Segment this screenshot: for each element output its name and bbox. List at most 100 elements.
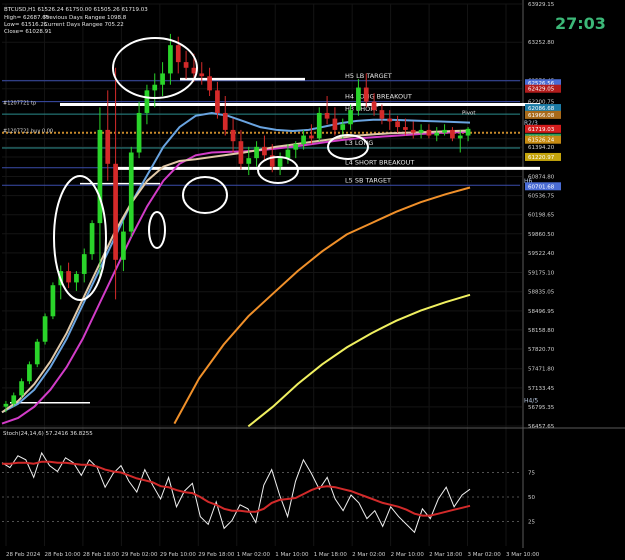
candle-body xyxy=(74,273,79,283)
candle-body xyxy=(442,129,447,133)
candle-body xyxy=(293,144,299,150)
price-tick-label: 59522.40 xyxy=(528,251,555,257)
price-tick-label: 61394.20 xyxy=(528,145,555,151)
candle-body xyxy=(379,110,385,119)
candle-body xyxy=(222,112,228,130)
candle-body xyxy=(50,285,56,317)
level-label: L4 SHORT BREAKOUT xyxy=(345,159,414,167)
candle-body xyxy=(207,76,212,91)
symbol-line: BTCUSD,H1 61526.24 61750.00 61505.26 617… xyxy=(4,7,148,13)
candle-body xyxy=(34,341,40,365)
order-label-buy: #1207721 buy 0.00 xyxy=(3,129,53,135)
oscillator-tick-label: 25 xyxy=(528,520,535,526)
candle-body xyxy=(254,146,259,159)
price-tick-label: 56795.35 xyxy=(528,405,555,411)
price-tick-label: 63929.15 xyxy=(528,2,555,8)
candle-body xyxy=(262,146,267,156)
price-tick-label: 63252.80 xyxy=(528,40,555,46)
price-tick-label: 60198.65 xyxy=(528,213,555,219)
candle-body xyxy=(246,158,252,164)
candle-body xyxy=(183,62,189,68)
time-tick-label: 2 Mar 02:00 xyxy=(352,552,386,558)
candle-body xyxy=(66,271,71,283)
candle-body xyxy=(309,135,314,139)
candle-body xyxy=(434,132,440,136)
candle-body xyxy=(356,87,361,111)
time-tick-label: 1 Mar 02:00 xyxy=(237,552,271,558)
price-tag-label: 62429.05 xyxy=(528,87,555,93)
oscillator-label: Stoch(24,14,6) 57.2416 36.8255 xyxy=(3,431,93,437)
candle-body xyxy=(403,127,408,130)
candle-body xyxy=(395,121,400,128)
candle-body xyxy=(230,129,236,142)
time-tick-label: 28 Feb 2024 xyxy=(6,552,41,558)
time-tick-label: 3 Mar 10:00 xyxy=(506,552,540,558)
candle-body xyxy=(11,395,17,404)
price-tag-label: 60701.68 xyxy=(528,184,555,190)
candle-body xyxy=(387,118,393,122)
level-label: H4 LONG BREAKOUT xyxy=(345,93,412,101)
candle-body xyxy=(418,129,424,133)
time-tick-label: 29 Feb 10:00 xyxy=(160,552,197,558)
price-tick-label: 57471.80 xyxy=(528,367,555,373)
stat-low: Low= 61516.25 xyxy=(4,22,48,28)
price-tag-label: 61966.08 xyxy=(528,113,555,119)
candle-body xyxy=(168,45,173,74)
candle-body xyxy=(371,101,377,111)
price-tag-label: 61526.24 xyxy=(528,138,555,144)
time-tick-label: 2 Mar 10:00 xyxy=(391,552,425,558)
candle-body xyxy=(348,110,353,125)
stat-curr-range: Current Days Rangee 705.22 xyxy=(44,22,124,28)
candle-body xyxy=(81,254,87,274)
level-label: L5 SB TARGET xyxy=(345,176,391,184)
time-tick-label: 28 Feb 10:00 xyxy=(44,552,81,558)
candle-body xyxy=(199,73,205,77)
candle-body xyxy=(152,84,158,91)
time-tick-label: 29 Feb 18:00 xyxy=(198,552,235,558)
pivot-label: Pivot xyxy=(462,111,476,117)
time-tick-label: 29 Feb 02:00 xyxy=(121,552,158,558)
price-tick-label: 60536.75 xyxy=(528,194,555,200)
stat-prev-range: Previous Days Rangee 1098.8 xyxy=(44,15,127,21)
right-marker: H4/5 xyxy=(524,398,538,405)
oscillator-tick-label: 75 xyxy=(528,471,535,477)
candle-body xyxy=(144,90,150,113)
time-tick-label: 1 Mar 18:00 xyxy=(314,552,348,558)
candle-body xyxy=(465,128,471,136)
candle-body xyxy=(97,129,103,224)
candle-body xyxy=(19,381,24,396)
trading-chart[interactable]: H5 LB TARGETH4 LONG BREAKOUTH3 SHORTL3 L… xyxy=(0,0,625,560)
stat-high: High= 62687.65 xyxy=(4,15,50,21)
candle-body xyxy=(128,152,134,232)
price-tag-label: 61220.97 xyxy=(528,155,555,161)
candle-body xyxy=(410,129,416,133)
price-tick-label: 58158.80 xyxy=(528,328,555,334)
candle-body xyxy=(175,45,181,63)
price-tick-label: 57133.45 xyxy=(528,386,555,392)
time-tick-label: 3 Mar 02:00 xyxy=(468,552,502,558)
candle-body xyxy=(215,90,220,113)
bar-timer: 27:03 xyxy=(555,14,606,33)
time-tick-label: 2 Mar 18:00 xyxy=(429,552,463,558)
candle-body xyxy=(238,141,244,164)
candle-body xyxy=(277,158,283,167)
candle-body xyxy=(363,87,369,102)
candle-body xyxy=(324,112,330,119)
candle-body xyxy=(27,364,32,382)
time-tick-label: 1 Mar 10:00 xyxy=(275,552,309,558)
candle-body xyxy=(136,112,142,153)
price-tick-label: 58496.95 xyxy=(528,309,555,315)
candle-body xyxy=(285,149,291,159)
candle-body xyxy=(332,118,338,130)
candle-body xyxy=(426,129,432,136)
candle-body xyxy=(89,223,95,255)
time-tick-label: 28 Feb 18:00 xyxy=(83,552,120,558)
candle-body xyxy=(160,73,165,85)
candle-body xyxy=(457,135,463,139)
candle-body xyxy=(450,129,455,139)
price-tick-label: 58835.05 xyxy=(528,290,555,296)
order-label-tp: #1207721 tp xyxy=(3,100,36,106)
candle-body xyxy=(340,124,346,130)
level-label: H5 LB TARGET xyxy=(345,72,392,80)
candle-body xyxy=(105,129,111,164)
